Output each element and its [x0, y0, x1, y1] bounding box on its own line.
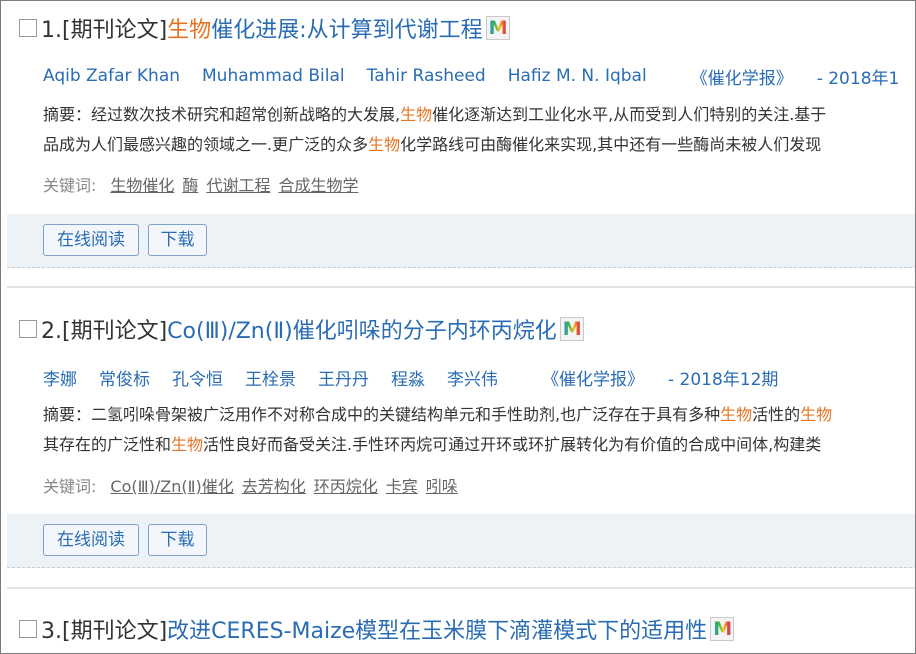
author-link[interactable]: 程淼 [391, 365, 425, 390]
abstract-line: 品成为人们最感兴趣的领域之一.更广泛的众多生物化学路线可由酶催化来实现,其中还有… [43, 135, 822, 154]
result-type: [期刊论文] [62, 619, 168, 644]
result-index: 2. [41, 319, 62, 344]
abstract-label: 摘要： [43, 105, 92, 124]
keyword-link[interactable]: 吲哚 [426, 473, 458, 497]
title-link[interactable]: Co(Ⅲ)/Zn(Ⅱ)催化吲哚的分子内环丙烷化 [167, 319, 557, 344]
author-link[interactable]: Tahir Rasheed [367, 66, 486, 86]
issue-info: - 2018年1 [816, 68, 900, 89]
keyword-link[interactable]: 酶 [182, 172, 198, 196]
keyword-link[interactable]: 生物催化 [110, 172, 174, 196]
result-type: [期刊论文] [62, 319, 168, 344]
abstract-label: 摘要： [43, 405, 92, 424]
result-title-row: 1.[期刊论文]生物催化进展:从计算到代谢工程 M [19, 12, 510, 44]
author-list: Aqib Zafar Khan Muhammad Bilal Tahir Ras… [43, 64, 900, 89]
keyword-link[interactable]: 环丙烷化 [314, 473, 378, 497]
author-link[interactable]: 李娜 [43, 365, 77, 390]
mendeley-icon[interactable]: M [710, 617, 735, 641]
result-title-row: 3.[期刊论文]改进CERES-Maize模型在玉米膜下滴灌模式下的适用性 M [19, 613, 735, 645]
divider [7, 286, 915, 288]
mendeley-icon[interactable]: M [485, 16, 510, 40]
divider [7, 587, 915, 589]
read-online-button[interactable]: 在线阅读 [43, 524, 139, 556]
author-link[interactable]: 孔令恒 [172, 365, 223, 390]
mendeley-icon[interactable]: M [559, 317, 584, 341]
keyword-link[interactable]: 去芳构化 [242, 473, 306, 497]
result-type: [期刊论文] [62, 18, 168, 43]
result-title-row: 2.[期刊论文]Co(Ⅲ)/Zn(Ⅱ)催化吲哚的分子内环丙烷化 M [19, 313, 584, 345]
result-title[interactable]: 1.[期刊论文]生物催化进展:从计算到代谢工程 [41, 12, 483, 44]
title-highlight[interactable]: 生物 [167, 18, 211, 43]
result-title[interactable]: 2.[期刊论文]Co(Ⅲ)/Zn(Ⅱ)催化吲哚的分子内环丙烷化 [41, 313, 557, 345]
abstract: 摘要：二氢吲哚骨架被广泛用作不对称合成中的关键结构单元和手性助剂,也广泛存在于具… [43, 400, 915, 460]
author-link[interactable]: 常俊标 [99, 365, 150, 390]
download-button[interactable]: 下载 [148, 224, 207, 256]
select-checkbox[interactable] [19, 19, 37, 37]
result-title[interactable]: 3.[期刊论文]改进CERES-Maize模型在玉米膜下滴灌模式下的适用性 [41, 613, 707, 645]
journal-link[interactable]: 《催化学报》 [542, 365, 644, 390]
keyword-link[interactable]: 卡宾 [386, 473, 418, 497]
author-link[interactable]: Aqib Zafar Khan [43, 66, 180, 86]
title-link[interactable]: 催化进展:从计算到代谢工程 [211, 18, 482, 43]
read-online-button[interactable]: 在线阅读 [43, 224, 139, 256]
select-checkbox[interactable] [19, 320, 37, 338]
action-bar: 在线阅读 下载 [7, 214, 915, 268]
abstract-line: 摘要：二氢吲哚骨架被广泛用作不对称合成中的关键结构单元和手性助剂,也广泛存在于具… [43, 405, 833, 424]
keyword-list: 关键词: 生物催化 酶 代谢工程 合成生物学 [43, 172, 358, 196]
result-index: 1. [41, 18, 62, 43]
search-results-panel: 1.[期刊论文]生物催化进展:从计算到代谢工程 M Aqib Zafar Kha… [0, 0, 916, 654]
author-list: 李娜 常俊标 孔令恒 王栓景 王丹丹 程淼 李兴伟 《催化学报》 - 2018年… [43, 365, 779, 390]
result-index: 3. [41, 619, 62, 644]
keyword-link[interactable]: 代谢工程 [206, 172, 270, 196]
select-checkbox[interactable] [19, 620, 37, 638]
abstract-line: 摘要：经过数次技术研究和超常创新战略的大发展,生物催化逐渐达到工业化水平,从而受… [43, 105, 827, 124]
keyword-link[interactable]: Co(Ⅲ)/Zn(Ⅱ)催化 [110, 473, 233, 497]
abstract: 摘要：经过数次技术研究和超常创新战略的大发展,生物催化逐渐达到工业化水平,从而受… [43, 100, 915, 160]
keywords-label: 关键词: [43, 176, 97, 195]
issue-info: - 2018年12期 [668, 369, 779, 390]
author-link[interactable]: Muhammad Bilal [202, 66, 345, 86]
author-link[interactable]: 王栓景 [245, 365, 296, 390]
action-bar: 在线阅读 下载 [7, 514, 915, 568]
author-link[interactable]: 王丹丹 [318, 365, 369, 390]
abstract-line: 其存在的广泛性和生物活性良好而备受关注.手性环丙烷可通过开环或环扩展转化为有价值… [43, 435, 822, 454]
keyword-list: 关键词: Co(Ⅲ)/Zn(Ⅱ)催化 去芳构化 环丙烷化 卡宾 吲哚 [43, 473, 458, 497]
author-link[interactable]: 李兴伟 [447, 365, 498, 390]
author-link[interactable]: Hafiz M. N. Iqbal [508, 66, 647, 86]
keywords-label: 关键词: [43, 477, 97, 496]
journal-link[interactable]: 《催化学报》 [691, 64, 793, 89]
title-link[interactable]: 改进CERES-Maize模型在玉米膜下滴灌模式下的适用性 [167, 619, 707, 644]
keyword-link[interactable]: 合成生物学 [278, 172, 358, 196]
download-button[interactable]: 下载 [148, 524, 207, 556]
